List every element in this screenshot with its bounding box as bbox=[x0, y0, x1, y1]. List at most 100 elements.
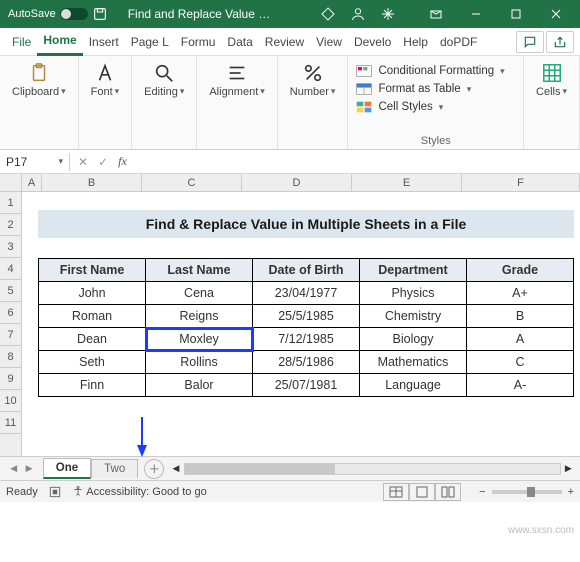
col-head-f[interactable]: F bbox=[462, 174, 580, 191]
diamond-icon[interactable] bbox=[320, 6, 336, 22]
chevron-down-icon[interactable]: ▾ bbox=[58, 156, 63, 167]
selected-cell[interactable]: Moxley bbox=[146, 328, 253, 351]
tab-formulas[interactable]: Formu bbox=[175, 31, 222, 53]
zoom-slider[interactable] bbox=[492, 490, 562, 494]
select-all-corner[interactable] bbox=[0, 174, 22, 191]
cell[interactable]: 25/07/1981 bbox=[253, 374, 360, 397]
close-icon[interactable] bbox=[536, 0, 576, 28]
zoom-out-icon[interactable]: − bbox=[479, 486, 485, 498]
tab-insert[interactable]: Insert bbox=[83, 31, 125, 53]
sheet-tab-one[interactable]: One bbox=[43, 458, 91, 479]
cell[interactable]: C bbox=[467, 351, 574, 374]
cell[interactable]: Language bbox=[360, 374, 467, 397]
minimize-icon[interactable] bbox=[456, 0, 496, 28]
zoom-thumb[interactable] bbox=[527, 487, 535, 497]
cell[interactable]: 25/5/1985 bbox=[253, 305, 360, 328]
save-icon[interactable] bbox=[92, 6, 108, 22]
clipboard-button[interactable]: Clipboard▾ bbox=[8, 60, 70, 100]
row-head[interactable]: 11 bbox=[0, 412, 21, 434]
maximize-icon[interactable] bbox=[496, 0, 536, 28]
name-box[interactable]: P17▾ bbox=[0, 153, 70, 171]
col-head-d[interactable]: D bbox=[242, 174, 352, 191]
tab-home[interactable]: Home bbox=[37, 29, 82, 56]
th-last-name[interactable]: Last Name bbox=[146, 259, 253, 282]
number-button[interactable]: Number▾ bbox=[286, 60, 340, 100]
tab-review[interactable]: Review bbox=[259, 31, 310, 53]
cell[interactable]: Physics bbox=[360, 282, 467, 305]
fx-icon[interactable]: fx bbox=[118, 154, 127, 169]
accessibility-status[interactable]: Accessibility: Good to go bbox=[72, 485, 207, 498]
cell[interactable]: Reigns bbox=[146, 305, 253, 328]
view-normal-icon[interactable] bbox=[383, 483, 409, 501]
cell[interactable]: 23/04/1977 bbox=[253, 282, 360, 305]
zoom-in-icon[interactable]: + bbox=[568, 486, 574, 498]
th-dob[interactable]: Date of Birth bbox=[253, 259, 360, 282]
scroll-left-icon[interactable]: ◄ bbox=[170, 463, 181, 475]
ribbon-options-icon[interactable] bbox=[416, 0, 456, 28]
row-head[interactable]: 9 bbox=[0, 368, 21, 390]
row-head[interactable]: 3 bbox=[0, 236, 21, 258]
row-head[interactable]: 5 bbox=[0, 280, 21, 302]
cell[interactable]: Rollins bbox=[146, 351, 253, 374]
cell[interactable]: A- bbox=[467, 374, 574, 397]
cell[interactable]: John bbox=[39, 282, 146, 305]
col-head-b[interactable]: B bbox=[42, 174, 142, 191]
th-grade[interactable]: Grade bbox=[467, 259, 574, 282]
tab-file[interactable]: File bbox=[6, 31, 37, 53]
alignment-button[interactable]: Alignment▾ bbox=[205, 60, 268, 100]
comments-icon[interactable] bbox=[516, 31, 544, 53]
tab-page-layout[interactable]: Page L bbox=[125, 31, 175, 53]
view-page-break-icon[interactable] bbox=[435, 483, 461, 501]
macro-icon[interactable] bbox=[48, 485, 62, 499]
tab-next-icon[interactable]: ► bbox=[23, 463, 34, 475]
user-icon[interactable] bbox=[350, 6, 366, 22]
cell[interactable]: Finn bbox=[39, 374, 146, 397]
format-table-button[interactable]: Format as Table▾ bbox=[356, 82, 471, 96]
cell[interactable]: Balor bbox=[146, 374, 253, 397]
view-page-layout-icon[interactable] bbox=[409, 483, 435, 501]
row-head[interactable]: 1 bbox=[0, 192, 21, 214]
cell[interactable]: Chemistry bbox=[360, 305, 467, 328]
horizontal-scrollbar[interactable]: ◄ ► bbox=[164, 463, 580, 475]
enter-formula-icon[interactable]: ✓ bbox=[98, 155, 108, 169]
editing-button[interactable]: Editing▾ bbox=[140, 60, 188, 100]
cell[interactable]: A bbox=[467, 328, 574, 351]
row-head[interactable]: 10 bbox=[0, 390, 21, 412]
autosave-toggle[interactable]: AutoSave bbox=[8, 6, 108, 22]
tab-help[interactable]: Help bbox=[397, 31, 434, 53]
sparkle-icon[interactable] bbox=[380, 6, 396, 22]
share-icon[interactable] bbox=[546, 31, 574, 53]
worksheet[interactable]: A B C D E F 1 2 3 4 5 6 7 8 9 10 11 Find… bbox=[0, 174, 580, 456]
cell[interactable]: 28/5/1986 bbox=[253, 351, 360, 374]
cell[interactable]: A+ bbox=[467, 282, 574, 305]
cell-grid[interactable]: Find & Replace Value in Multiple Sheets … bbox=[22, 192, 580, 456]
th-dept[interactable]: Department bbox=[360, 259, 467, 282]
toggle-icon[interactable] bbox=[60, 8, 88, 20]
conditional-formatting-button[interactable]: Conditional Formatting▾ bbox=[356, 64, 504, 78]
cell[interactable]: Mathematics bbox=[360, 351, 467, 374]
scroll-track[interactable] bbox=[184, 463, 561, 475]
cell[interactable]: 7/12/1985 bbox=[253, 328, 360, 351]
row-head[interactable]: 6 bbox=[0, 302, 21, 324]
cell[interactable]: Biology bbox=[360, 328, 467, 351]
col-head-c[interactable]: C bbox=[142, 174, 242, 191]
add-sheet-button[interactable]: ＋ bbox=[144, 459, 164, 479]
cell[interactable]: Roman bbox=[39, 305, 146, 328]
tab-dopdf[interactable]: doPDF bbox=[434, 31, 483, 53]
cell-styles-button[interactable]: Cell Styles▾ bbox=[356, 100, 443, 114]
th-first-name[interactable]: First Name bbox=[39, 259, 146, 282]
scroll-thumb[interactable] bbox=[185, 464, 335, 474]
cancel-formula-icon[interactable]: ✕ bbox=[78, 155, 88, 169]
row-head[interactable]: 2 bbox=[0, 214, 21, 236]
font-button[interactable]: Font▾ bbox=[87, 60, 124, 100]
sheet-tab-two[interactable]: Two bbox=[91, 459, 138, 478]
col-head-e[interactable]: E bbox=[352, 174, 462, 191]
tab-data[interactable]: Data bbox=[221, 31, 258, 53]
row-head[interactable]: 7 bbox=[0, 324, 21, 346]
scroll-right-icon[interactable]: ► bbox=[563, 463, 574, 475]
cell[interactable]: Dean bbox=[39, 328, 146, 351]
cell[interactable]: Seth bbox=[39, 351, 146, 374]
zoom-control[interactable]: − + bbox=[479, 486, 574, 498]
tab-developer[interactable]: Develo bbox=[348, 31, 397, 53]
cell[interactable]: Cena bbox=[146, 282, 253, 305]
